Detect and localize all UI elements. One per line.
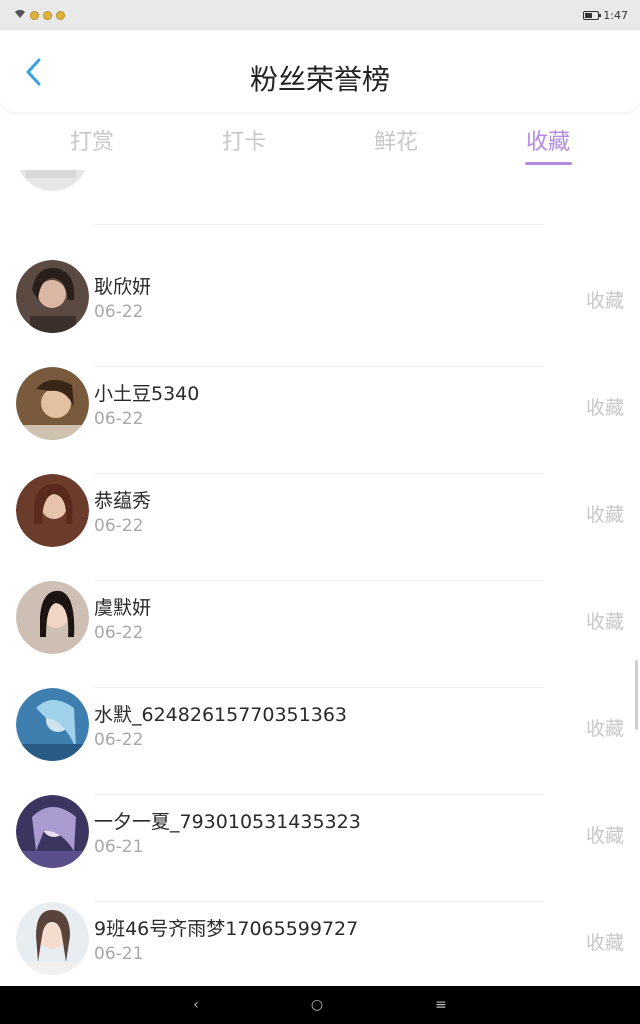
date: 06-22 (94, 302, 144, 322)
user-name: 虞默妍 (94, 597, 152, 619)
date: 06-21 (94, 944, 144, 964)
list-item[interactable]: 小土豆5340 06-22 收藏 (0, 367, 640, 474)
status-time: 1:47 (603, 8, 628, 22)
tab-flowers[interactable]: 鲜花 (346, 124, 446, 156)
user-name: 恭蕴秀 (94, 490, 152, 512)
date: 06-21 (94, 837, 144, 857)
list-item[interactable]: 水默_62482615770351363 06-22 收藏 (0, 688, 640, 795)
tab-favorites[interactable]: 收藏 (498, 124, 598, 156)
list-item[interactable]: 耿欣妍 06-22 收藏 (0, 260, 640, 367)
status-bar: 1:47 (0, 0, 640, 30)
notification-icon (30, 10, 39, 20)
wifi-icon (14, 9, 26, 22)
avatar (16, 367, 89, 440)
list-item[interactable]: 06-22 收藏 (0, 170, 640, 225)
favorite-action[interactable]: 收藏 (586, 607, 624, 634)
user-name: 小土豆5340 (94, 383, 200, 405)
system-nav-bar: ‹ ○ ≡ (0, 986, 640, 1024)
tab-bar: 打赏 打卡 鲜花 收藏 (0, 118, 640, 168)
favorite-action[interactable]: 收藏 (586, 714, 624, 741)
avatar (16, 474, 89, 547)
nav-menu-icon[interactable]: ≡ (435, 997, 447, 1013)
favorite-action[interactable]: 收藏 (586, 286, 624, 313)
avatar (16, 795, 89, 868)
user-name: 耿欣妍 (94, 276, 152, 298)
notification-icon (56, 10, 65, 20)
header: 粉丝荣誉榜 (0, 30, 640, 112)
avatar (16, 260, 89, 333)
favorite-action[interactable]: 收藏 (586, 821, 624, 848)
date: 06-22 (94, 730, 144, 750)
nav-home-icon[interactable]: ○ (311, 997, 323, 1013)
favorite-action[interactable]: 收藏 (586, 500, 624, 527)
user-name: 一夕一夏_793010531435323 (94, 811, 361, 833)
fan-list: 06-22 收藏 耿欣妍 06-22 收藏 小土豆5340 06-22 收藏 恭… (0, 170, 640, 986)
scrollbar[interactable] (635, 660, 638, 730)
list-item[interactable]: 一夕一夏_793010531435323 06-21 收藏 (0, 795, 640, 902)
notification-icon (43, 10, 52, 20)
date: 06-22 (94, 409, 144, 429)
avatar (16, 581, 89, 654)
list-item[interactable]: 恭蕴秀 06-22 收藏 (0, 474, 640, 581)
date: 06-22 (94, 516, 144, 536)
active-tab-indicator (525, 162, 572, 165)
page-title: 粉丝荣誉榜 (249, 63, 390, 96)
status-icons (14, 9, 65, 22)
user-name: 水默_62482615770351363 (94, 704, 348, 726)
list-item[interactable]: 虞默妍 06-22 收藏 (0, 581, 640, 688)
avatar (16, 170, 89, 191)
tab-checkin[interactable]: 打卡 (194, 124, 294, 156)
avatar (16, 902, 89, 975)
list-item[interactable]: 9班46号齐雨梦17065599727 06-21 收藏 (0, 902, 640, 986)
favorite-action[interactable]: 收藏 (586, 928, 624, 955)
tab-reward[interactable]: 打赏 (42, 124, 142, 156)
battery-icon (583, 10, 602, 20)
date: 06-22 (94, 623, 144, 643)
date: 06-22 (94, 170, 143, 171)
nav-back-icon[interactable]: ‹ (193, 997, 199, 1013)
favorite-action[interactable]: 收藏 (586, 393, 624, 420)
divider (94, 224, 544, 225)
avatar (16, 688, 89, 761)
user-name: 9班46号齐雨梦17065599727 (94, 918, 359, 940)
